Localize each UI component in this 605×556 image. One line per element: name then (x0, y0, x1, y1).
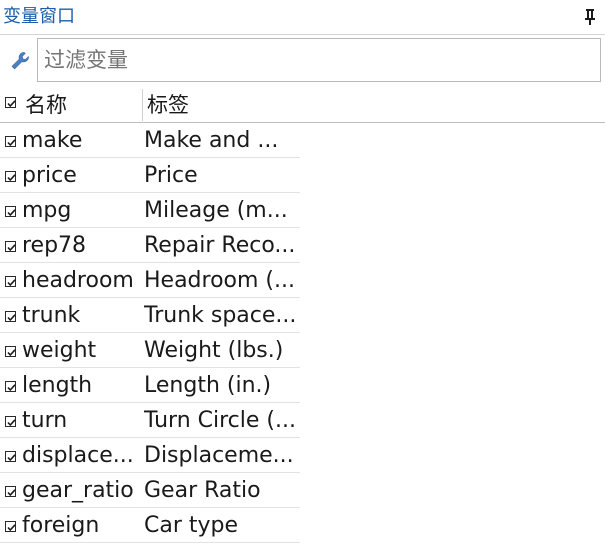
column-header: 名称 标签 (0, 88, 605, 123)
variable-row[interactable]: gear_ratio Gear Ratio (0, 473, 300, 508)
variable-checkbox[interactable] (5, 171, 16, 182)
panel-titlebar: 变量窗口 (0, 0, 605, 36)
variable-name: gear_ratio (22, 478, 134, 503)
filter-variables-input[interactable] (37, 38, 601, 82)
variable-label: Length (in.) (144, 373, 272, 398)
select-all-checkbox[interactable] (5, 97, 16, 108)
variable-row[interactable]: turn Turn Circle (... (0, 403, 300, 438)
variable-name: length (22, 373, 93, 398)
variable-label: Trunk space... (144, 303, 297, 328)
variable-checkbox[interactable] (5, 136, 16, 147)
variable-label: Headroom (... (144, 268, 295, 293)
variable-row[interactable]: weight Weight (lbs.) (0, 333, 300, 368)
wrench-icon[interactable] (9, 50, 31, 72)
variable-label: Turn Circle (... (144, 408, 296, 433)
variable-checkbox[interactable] (5, 206, 16, 217)
variable-checkbox[interactable] (5, 381, 16, 392)
variable-row[interactable]: mpg Mileage (m... (0, 193, 300, 228)
column-divider[interactable] (142, 89, 143, 121)
variable-label: Price (144, 163, 198, 188)
variable-label: Car type (144, 513, 239, 538)
variable-row[interactable]: displace... Displaceme... (0, 438, 300, 473)
variable-row[interactable]: make Make and ... (0, 123, 300, 158)
variable-name: trunk (22, 303, 81, 328)
variable-name: make (22, 128, 83, 153)
variable-checkbox[interactable] (5, 451, 16, 462)
column-header-name[interactable]: 名称 (25, 88, 67, 122)
variable-checkbox[interactable] (5, 416, 16, 427)
variable-checkbox[interactable] (5, 346, 16, 357)
variable-label: Repair Reco... (144, 233, 296, 258)
variable-label: Make and ... (144, 128, 279, 153)
variable-name: turn (22, 408, 68, 433)
variable-name: price (22, 163, 77, 188)
variable-name: mpg (22, 198, 72, 223)
variable-row[interactable]: rep78 Repair Reco... (0, 228, 300, 263)
variable-name: foreign (22, 513, 100, 538)
variable-label: Gear Ratio (144, 478, 261, 503)
variable-row[interactable]: headroom Headroom (... (0, 263, 300, 298)
variable-name: headroom (22, 268, 134, 293)
title-divider (0, 34, 605, 35)
variable-row[interactable]: trunk Trunk space... (0, 298, 300, 333)
column-header-label[interactable]: 标签 (147, 88, 189, 122)
variable-label: Weight (lbs.) (144, 338, 284, 363)
variable-label: Mileage (m... (144, 198, 288, 223)
variable-name: rep78 (22, 233, 87, 258)
pin-icon[interactable] (583, 8, 597, 26)
variable-list: make Make and ... price Price mpg Mileag… (0, 123, 300, 543)
variable-row[interactable]: foreign Car type (0, 508, 300, 543)
variable-name: weight (22, 338, 97, 363)
variable-row[interactable]: length Length (in.) (0, 368, 300, 403)
variable-name: displace... (22, 443, 134, 468)
variable-checkbox[interactable] (5, 276, 16, 287)
variable-checkbox[interactable] (5, 521, 16, 532)
panel-title: 变量窗口 (3, 6, 75, 27)
filter-bar (0, 36, 605, 86)
variable-label: Displaceme... (144, 443, 294, 468)
variable-checkbox[interactable] (5, 486, 16, 497)
variable-row[interactable]: price Price (0, 158, 300, 193)
variable-checkbox[interactable] (5, 311, 16, 322)
variable-checkbox[interactable] (5, 241, 16, 252)
